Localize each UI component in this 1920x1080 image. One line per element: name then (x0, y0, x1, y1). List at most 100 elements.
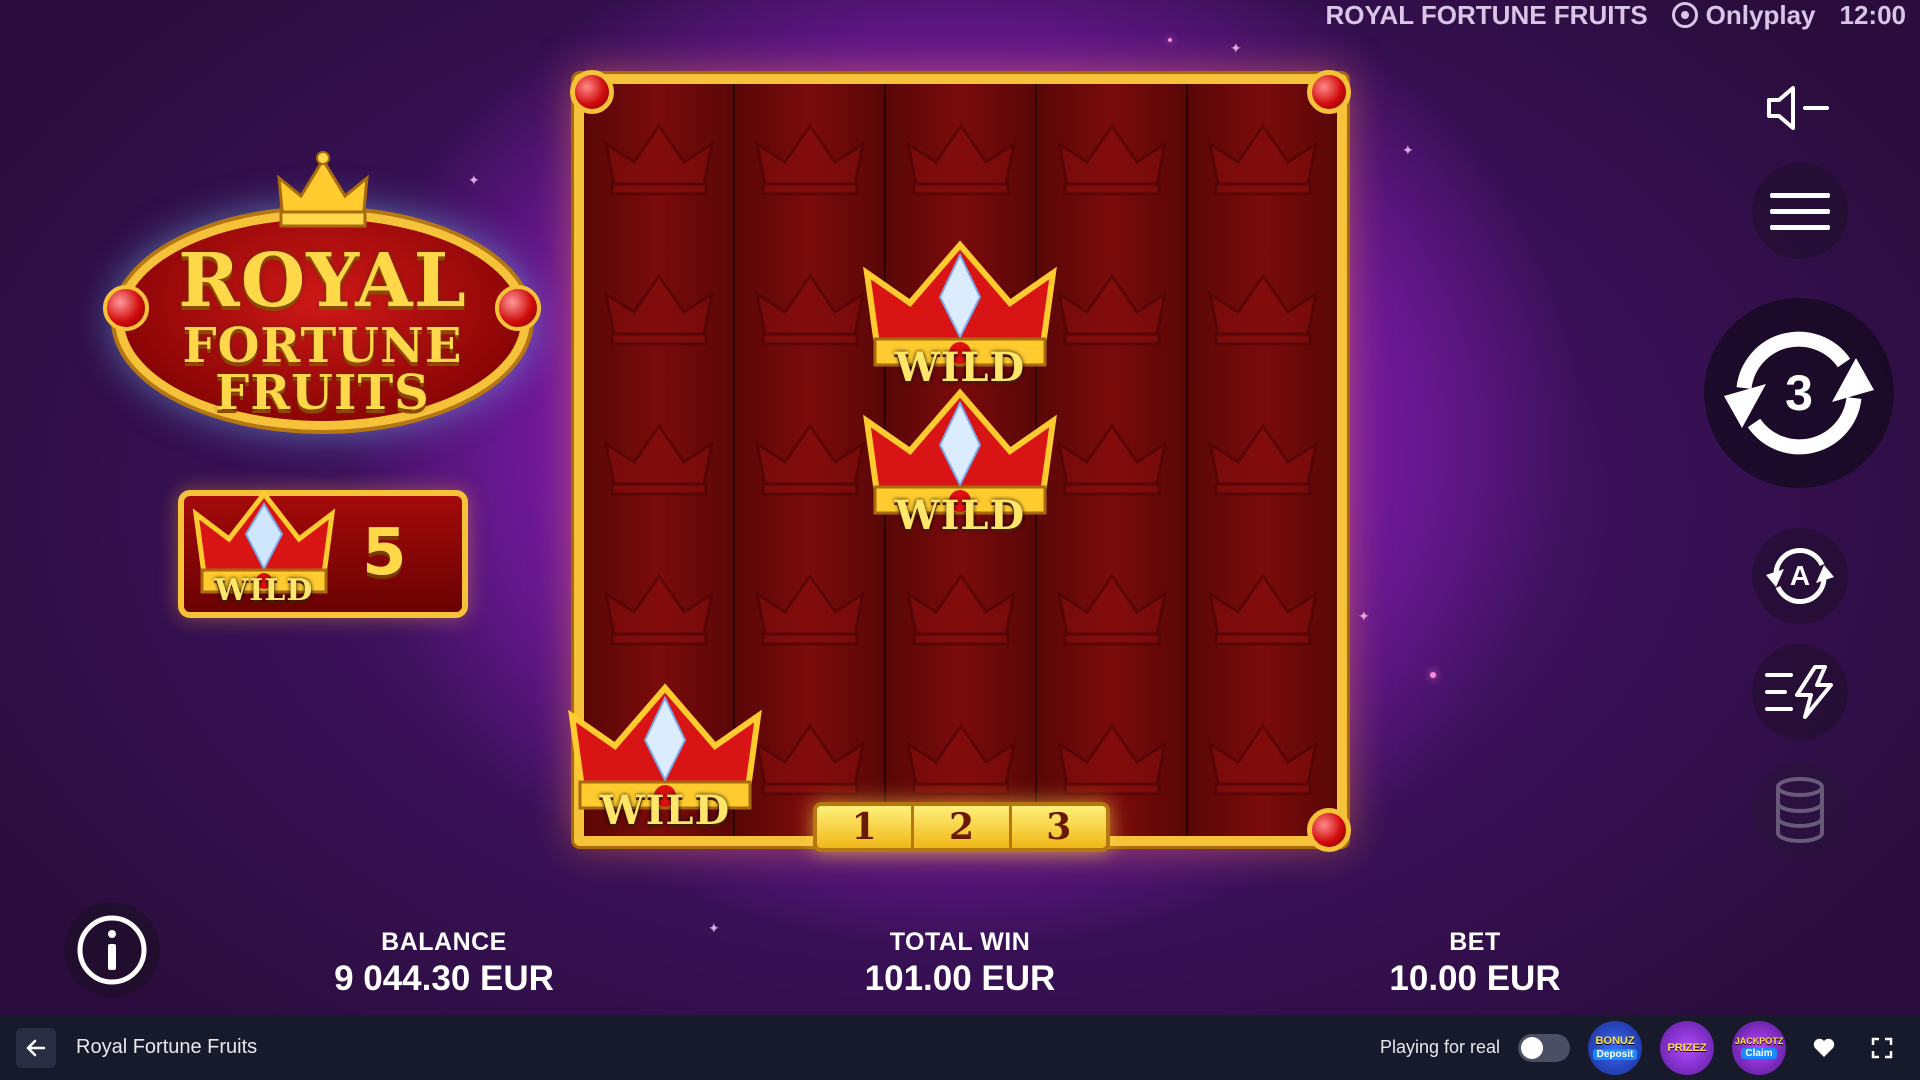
favorite-button[interactable] (1804, 1028, 1844, 1068)
reel-cell (584, 234, 733, 382)
crown-silhouette-icon (1207, 273, 1318, 346)
top-bar: ROYAL FORTUNE FRUITS Onlyplay 12:00 (1326, 0, 1906, 30)
wild-symbol: WILD (855, 373, 1065, 541)
crown-silhouette-icon (754, 573, 865, 646)
footer-actions: Playing for real BONUZ Deposit PRIZEZ JA… (1379, 1020, 1902, 1075)
coins-stack-icon (1776, 777, 1824, 843)
info-icon (77, 915, 147, 985)
reel-cell (735, 84, 884, 232)
respin-count: 3 (1785, 365, 1813, 421)
hamburger-menu-icon (1770, 193, 1830, 230)
wild-counter-count: 5 (362, 516, 407, 590)
reel-cell (1037, 534, 1186, 682)
play-mode-label: Playing for real (1379, 1037, 1500, 1057)
promo-name: BONUZ (1595, 1035, 1635, 1047)
crown-silhouette-icon (1207, 723, 1318, 796)
sparkle-dot (1430, 672, 1436, 678)
bet-label: BET (1449, 928, 1501, 956)
wild-label: WILD (599, 787, 731, 834)
back-button[interactable] (16, 1027, 56, 1068)
bet-value: 10.00 EUR (1389, 959, 1561, 998)
sparkle: ✦ (708, 920, 720, 936)
turbo-lightning-icon (1765, 665, 1833, 719)
menu-button[interactable] (1752, 163, 1848, 259)
balance-display: BALANCE 9 044.30 EUR (294, 928, 594, 999)
game-title: ROYAL FORTUNE FRUITS (1325, 0, 1648, 30)
wild-symbol: WILD (560, 668, 770, 836)
crown-silhouette-icon (905, 723, 1016, 796)
reel-cell (1037, 84, 1186, 232)
reel-cell (584, 534, 733, 682)
crown-silhouette-icon (754, 273, 865, 346)
crown-silhouette-icon (754, 423, 865, 496)
provider-brand: Onlyplay (1671, 0, 1816, 31)
autoplay-letter: A (1789, 560, 1811, 591)
reel-cell (886, 534, 1035, 682)
line-number: 2 (914, 806, 1012, 848)
provider-name: Onlyplay (1705, 0, 1816, 30)
crown-silhouette-icon (1207, 423, 1318, 496)
frame-gem-top-right (1307, 70, 1351, 114)
balance-label: BALANCE (381, 928, 507, 956)
fullscreen-button[interactable] (1862, 1028, 1902, 1068)
promo-action: Claim (1741, 1048, 1777, 1059)
frame-gem-top-left (570, 70, 614, 114)
sparkle: ✦ (1402, 142, 1414, 158)
crown-silhouette-icon (1207, 123, 1318, 196)
reel-cell (1188, 534, 1337, 682)
sparkle: ✦ (1358, 608, 1370, 624)
crown-silhouette-icon (603, 573, 714, 646)
reel-cell (886, 84, 1035, 232)
sound-button[interactable] (1750, 70, 1846, 146)
autoplay-button[interactable]: A (1752, 528, 1848, 624)
crown-silhouette-icon (754, 123, 865, 196)
crown-silhouette-icon (1207, 573, 1318, 646)
onlyplay-logo-icon (1671, 2, 1698, 28)
promo-name: PRIZEZ (1667, 1041, 1707, 1054)
crown-silhouette-icon (1056, 723, 1167, 796)
prizez-promo-button[interactable]: PRIZEZ (1660, 1020, 1714, 1075)
frame-gem-bottom-right (1307, 808, 1351, 852)
footer-game-title: Royal Fortune Fruits (76, 1036, 258, 1058)
turbo-button[interactable] (1752, 644, 1848, 740)
crown-silhouette-icon (905, 123, 1016, 196)
play-mode-toggle[interactable] (1518, 1033, 1570, 1062)
total-win-display: TOTAL WIN 101.00 EUR (810, 928, 1110, 999)
sparkle-dot (1168, 38, 1172, 42)
promo-action: Deposit (1592, 1049, 1638, 1060)
arrow-left-icon (26, 1039, 46, 1056)
bet-coins-button[interactable] (1752, 762, 1848, 858)
wild-label: WILD (894, 492, 1026, 539)
crown-silhouette-icon (1056, 423, 1167, 496)
wild-symbol: WILD (855, 225, 1065, 393)
clock: 12:00 (1839, 0, 1907, 30)
lines-indicator: 1 2 3 (813, 802, 1110, 852)
jackpotz-promo-button[interactable]: JACKPOTZ Claim (1732, 1020, 1786, 1075)
balance-value: 9 044.30 EUR (334, 959, 554, 998)
reel-cell (1188, 684, 1337, 832)
crown-silhouette-icon (603, 423, 714, 496)
logo-text-fruits: FRUITS (215, 365, 430, 421)
crown-silhouette-icon (1056, 573, 1167, 646)
reel-5 (1188, 84, 1337, 836)
crown-silhouette-icon (603, 123, 714, 196)
game-logo: ROYAL FORTUNE FRUITS (103, 150, 541, 440)
reel-cell (1188, 234, 1337, 382)
crown-silhouette-icon (1056, 123, 1167, 196)
bonuz-promo-button[interactable]: BONUZ Deposit (1588, 1020, 1642, 1075)
spin-button[interactable]: 3 (1704, 298, 1894, 488)
bet-display[interactable]: BET 10.00 EUR (1325, 928, 1625, 999)
total-win-label: TOTAL WIN (889, 928, 1031, 956)
reel-cell (584, 384, 733, 532)
line-number: 3 (1046, 806, 1072, 848)
reel-cell (1188, 384, 1337, 532)
logo-crown-icon (277, 151, 369, 228)
line-number: 1 (817, 806, 915, 848)
crown-silhouette-icon (905, 573, 1016, 646)
info-button[interactable] (64, 902, 160, 998)
total-win-value: 101.00 EUR (864, 959, 1056, 998)
casino-footer-bar: Royal Fortune Fruits Playing for real BO… (0, 1015, 1920, 1080)
game-stage: ✦ ✦ ✦ ✦ ✦ ROYAL FORTUNE FRUITS Onlyplay … (0, 0, 1920, 1015)
promo-name: JACKPOTZ (1734, 1036, 1784, 1046)
reel-cell (735, 534, 884, 682)
